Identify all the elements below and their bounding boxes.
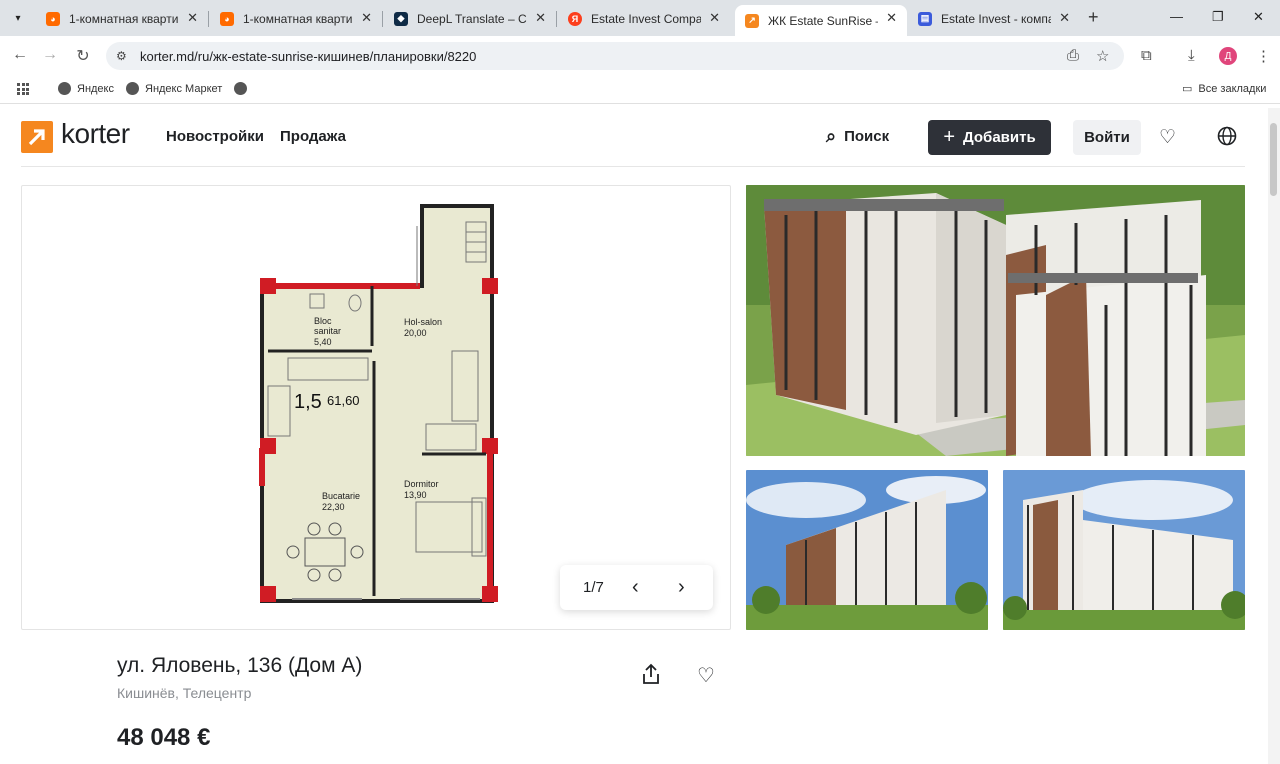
plan-rooms-count: 1,5 [294,391,322,413]
close-tab-icon[interactable]: ✕ [886,10,897,26]
search-icon: ⌕ [826,126,837,146]
install-app-icon[interactable]: ⎙ [1067,47,1079,64]
tab-title: Estate Invest - компани [941,11,1051,26]
room-label-kitchen: Bucatarie [322,491,360,501]
nav-new-buildings[interactable]: Новостройки [166,128,264,145]
tab-favicon-icon: Я [568,11,582,26]
forward-arrow-icon[interactable]: → [40,46,60,64]
korter-logo-text[interactable]: korter [61,118,130,150]
favorites-heart-icon[interactable]: ♡ [1159,126,1176,149]
reload-icon[interactable]: ↻ [73,46,93,66]
minimize-window-icon[interactable]: — [1170,9,1183,24]
new-tab-icon[interactable]: + [1088,7,1099,28]
extensions-icon[interactable]: ⧉ [1141,47,1152,64]
site-info-icon[interactable]: ⚙ [116,49,127,63]
room-label-bathroom: Bloc [314,316,332,326]
tab-favicon-icon: ◕ [46,11,60,26]
tab-favicon-icon: ▤ [918,11,932,26]
room-area-bedroom: 13,90 [404,490,427,500]
back-arrow-icon[interactable]: ← [10,46,30,64]
header-divider [21,166,1245,167]
tab-search-button[interactable]: ▾ [7,8,29,28]
close-tab-icon[interactable]: ✕ [535,10,546,26]
korter-logo-icon[interactable] [21,121,53,153]
room-label-bathroom-2: sanitar [314,326,341,336]
bookmark-yandex[interactable]: Яндекс [58,82,114,95]
floor-plan-image: Bloc sanitar 5,40 Hol-salon 20,00 1,5 61… [259,204,498,603]
tab-favicon-icon: ◆ [394,11,408,26]
gallery-counter: 1/7 [583,579,604,596]
tab-title: ЖК Estate SunRise – пла [768,13,878,28]
plan-total-area: 61,60 [327,393,360,408]
profile-avatar[interactable]: Д [1219,47,1237,65]
building-photo-3[interactable] [1003,470,1245,630]
scrollbar-thumb[interactable] [1270,123,1277,196]
tab-separator [208,11,209,27]
close-tab-icon[interactable]: ✕ [361,10,372,26]
listing-address: ул. Яловень, 136 (Дом А) [117,654,363,677]
room-label-bedroom: Dormitor [404,479,439,489]
tab-favicon-icon: ↗ [745,13,759,28]
tab-title: DeepL Translate – Самы [417,11,527,26]
nav-sale[interactable]: Продажа [280,128,346,145]
plus-icon: + [943,126,956,148]
tab-title: 1-комнатная квартира [243,11,353,26]
restore-window-icon[interactable]: ❐ [1212,9,1224,25]
all-bookmarks-label: Все закладки [1198,82,1267,95]
browser-tab[interactable]: ◆ DeepL Translate – Самы ✕ [384,5,557,32]
browser-tab[interactable]: ◕ 1-комнатная квартира ✕ [210,5,383,32]
room-area-kitchen: 22,30 [322,502,345,512]
tab-title: 1-комнатная квартира [69,11,179,26]
bookmark-unnamed[interactable] [234,82,253,95]
bookmark-label: Яндекс Маркет [145,82,223,95]
listing-district[interactable]: Кишинёв, Телецентр [117,685,251,701]
gallery-pager: 1/7 ‹ › [560,565,713,610]
close-tab-icon[interactable]: ✕ [1059,10,1070,26]
browser-menu-icon[interactable]: ⋮ [1256,47,1271,65]
browser-tab[interactable]: ◕ 1-комнатная квартира ✕ [36,5,209,32]
tab-separator [382,11,383,27]
globe-icon [234,82,247,95]
all-bookmarks[interactable]: ▭ Все закладки [1182,82,1267,96]
chevron-right-icon[interactable]: › [678,576,685,599]
building-photo-2[interactable] [746,470,988,630]
search-label: Поиск [844,128,890,145]
share-icon[interactable] [641,663,661,691]
room-label-living: Hol-salon [404,317,442,327]
search-button[interactable]: ⌕ Поиск [826,126,889,147]
tab-title: Estate Invest Company [591,11,701,26]
bookmark-label: Яндекс [77,82,114,95]
apps-grid-icon[interactable] [17,83,29,95]
globe-icon [58,82,71,95]
tab-separator [556,11,557,27]
login-button[interactable]: Войти [1073,120,1141,155]
chevron-left-icon[interactable]: ‹ [632,576,639,599]
browser-tab[interactable]: ▤ Estate Invest - компани ✕ [908,5,1080,32]
bookmark-yandex-market[interactable]: Яндекс Маркет [126,82,222,95]
building-photo-main[interactable] [746,185,1245,456]
add-label: Добавить [963,129,1036,146]
browser-tab-active[interactable]: ↗ ЖК Estate SunRise – пла ✕ [735,5,907,36]
url-text[interactable]: korter.md/ru/жк-estate-sunrise-кишинев/п… [140,49,476,64]
listing-price: 48 048 € [117,724,211,751]
browser-tab[interactable]: Я Estate Invest Company ✕ [558,5,730,32]
floor-plan-viewer[interactable]: Bloc sanitar 5,40 Hol-salon 20,00 1,5 61… [21,185,731,630]
close-tab-icon[interactable]: ✕ [709,10,720,26]
language-globe-icon[interactable] [1217,126,1237,152]
close-window-icon[interactable]: ✕ [1253,9,1264,25]
room-area-bathroom: 5,40 [314,337,332,347]
favorite-heart-icon[interactable]: ♡ [697,663,715,688]
close-tab-icon[interactable]: ✕ [187,10,198,26]
add-listing-button[interactable]: + Добавить [928,120,1051,155]
download-icon[interactable]: ⤓ [1188,47,1195,64]
globe-icon [126,82,139,95]
folder-icon: ▭ [1182,83,1193,95]
bookmark-star-icon[interactable]: ☆ [1096,47,1109,65]
page-scrollbar[interactable] [1268,108,1280,764]
room-area-living: 20,00 [404,328,427,338]
tab-favicon-icon: ◕ [220,11,234,26]
